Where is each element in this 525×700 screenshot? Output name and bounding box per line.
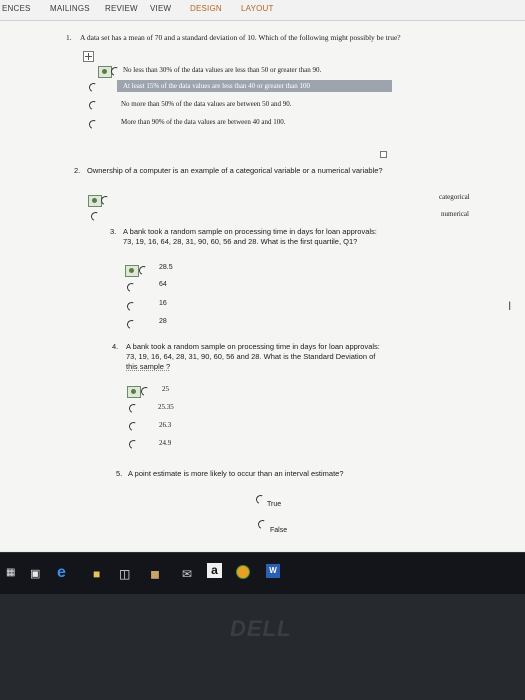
control-icon xyxy=(88,195,102,207)
photos-icon[interactable]: ◼ xyxy=(150,567,160,581)
monitor-bezel: DELL xyxy=(0,594,525,700)
q1-radio-4[interactable] xyxy=(87,118,100,131)
q1-option-1[interactable]: No less than 30% of the data values are … xyxy=(123,66,321,74)
q2-option-2[interactable]: numerical xyxy=(441,210,469,218)
chrome-icon[interactable] xyxy=(236,565,250,579)
q4-number: 4. xyxy=(112,342,119,351)
q2-option-1[interactable]: categorical xyxy=(439,193,470,201)
text-cursor-icon: I xyxy=(508,299,512,313)
q3-radio-1[interactable] xyxy=(137,264,150,277)
edge-icon[interactable]: e xyxy=(57,564,66,582)
tab-design[interactable]: DESIGN xyxy=(190,4,222,13)
table-move-handle-icon[interactable] xyxy=(83,51,94,62)
q1-number: 1. xyxy=(66,33,72,42)
q1-text: A data set has a mean of 70 and a standa… xyxy=(80,33,401,42)
q4-option-2[interactable]: 25.35 xyxy=(158,403,174,411)
q4-radio-3[interactable] xyxy=(127,420,140,433)
control-icon xyxy=(98,66,112,78)
control-icon xyxy=(127,386,141,398)
q3-radio-3[interactable] xyxy=(125,300,138,313)
q4-line-2: 73, 19, 16, 64, 28, 31, 90, 60, 56 and 2… xyxy=(126,352,376,361)
q5-option-2[interactable]: False xyxy=(270,527,287,534)
taskbar: ▦ ▣ e ■ ◫ ◼ ✉ a W xyxy=(0,552,525,595)
q2-radio-2[interactable] xyxy=(89,210,102,223)
q4-option-1[interactable]: 25 xyxy=(162,385,169,393)
q4-radio-4[interactable] xyxy=(127,438,140,451)
q1-radio-3[interactable] xyxy=(87,99,100,112)
q5-radio-2[interactable] xyxy=(256,518,269,531)
q3-line-2: 73, 19, 16, 64, 28, 31, 90, 60, 56 and 2… xyxy=(123,237,358,246)
start-icon[interactable]: ▦ xyxy=(6,567,15,578)
q3-number: 3. xyxy=(110,227,117,236)
q3-radio-4[interactable] xyxy=(125,318,138,331)
q5-text: A point estimate is more likely to occur… xyxy=(128,469,344,478)
tab-review[interactable]: REVIEW xyxy=(105,4,138,13)
file-explorer-icon[interactable]: ■ xyxy=(93,567,100,581)
q4-line-1: A bank took a random sample on processin… xyxy=(126,342,380,351)
q1-option-2[interactable]: At least 15% of the data values are less… xyxy=(123,82,310,90)
q5-number: 5. xyxy=(116,469,123,478)
q5-radio-1[interactable] xyxy=(254,493,267,506)
tab-layout[interactable]: LAYOUT xyxy=(241,4,274,13)
q4-radio-2[interactable] xyxy=(127,402,140,415)
store-icon[interactable]: ◫ xyxy=(119,567,130,581)
tab-mailings[interactable]: MAILINGS xyxy=(50,4,90,13)
tab-view[interactable]: VIEW xyxy=(150,4,171,13)
q1-option-3[interactable]: No more than 50% of the data values are … xyxy=(121,100,291,108)
screen: ENCES MAILINGS REVIEW VIEW DESIGN LAYOUT… xyxy=(0,0,525,700)
q1-radio-2[interactable] xyxy=(87,81,100,94)
q3-option-2[interactable]: 64 xyxy=(159,281,167,288)
anchor-square xyxy=(380,151,387,158)
q3-option-1[interactable]: 28.5 xyxy=(159,264,173,271)
q4-line-3: this sample ? xyxy=(126,362,171,371)
task-view-icon[interactable]: ▣ xyxy=(30,567,40,580)
q1-option-4[interactable]: More than 90% of the data values are bet… xyxy=(121,118,285,126)
q4-option-3[interactable]: 26.3 xyxy=(159,421,171,429)
q4-option-4[interactable]: 24.9 xyxy=(159,439,171,447)
ribbon-tabs: ENCES MAILINGS REVIEW VIEW DESIGN LAYOUT xyxy=(0,0,525,21)
word-icon[interactable]: W xyxy=(266,564,280,578)
q2-number: 2. xyxy=(74,166,81,175)
q3-radio-2[interactable] xyxy=(125,281,138,294)
amazon-icon[interactable]: a xyxy=(207,563,222,578)
q4-radio-1[interactable] xyxy=(139,385,152,398)
q3-option-3[interactable]: 16 xyxy=(159,300,167,307)
document-page: 1. A data set has a mean of 70 and a sta… xyxy=(0,21,525,551)
q3-line-1: A bank took a random sample on processin… xyxy=(123,227,377,236)
q5-option-1[interactable]: True xyxy=(267,501,281,508)
q2-text: Ownership of a computer is an example of… xyxy=(87,166,383,175)
dell-logo: DELL xyxy=(230,616,292,641)
control-icon xyxy=(125,265,139,277)
q3-option-4[interactable]: 28 xyxy=(159,318,167,325)
tab-references[interactable]: ENCES xyxy=(2,4,31,13)
mail-icon[interactable]: ✉ xyxy=(182,567,192,581)
